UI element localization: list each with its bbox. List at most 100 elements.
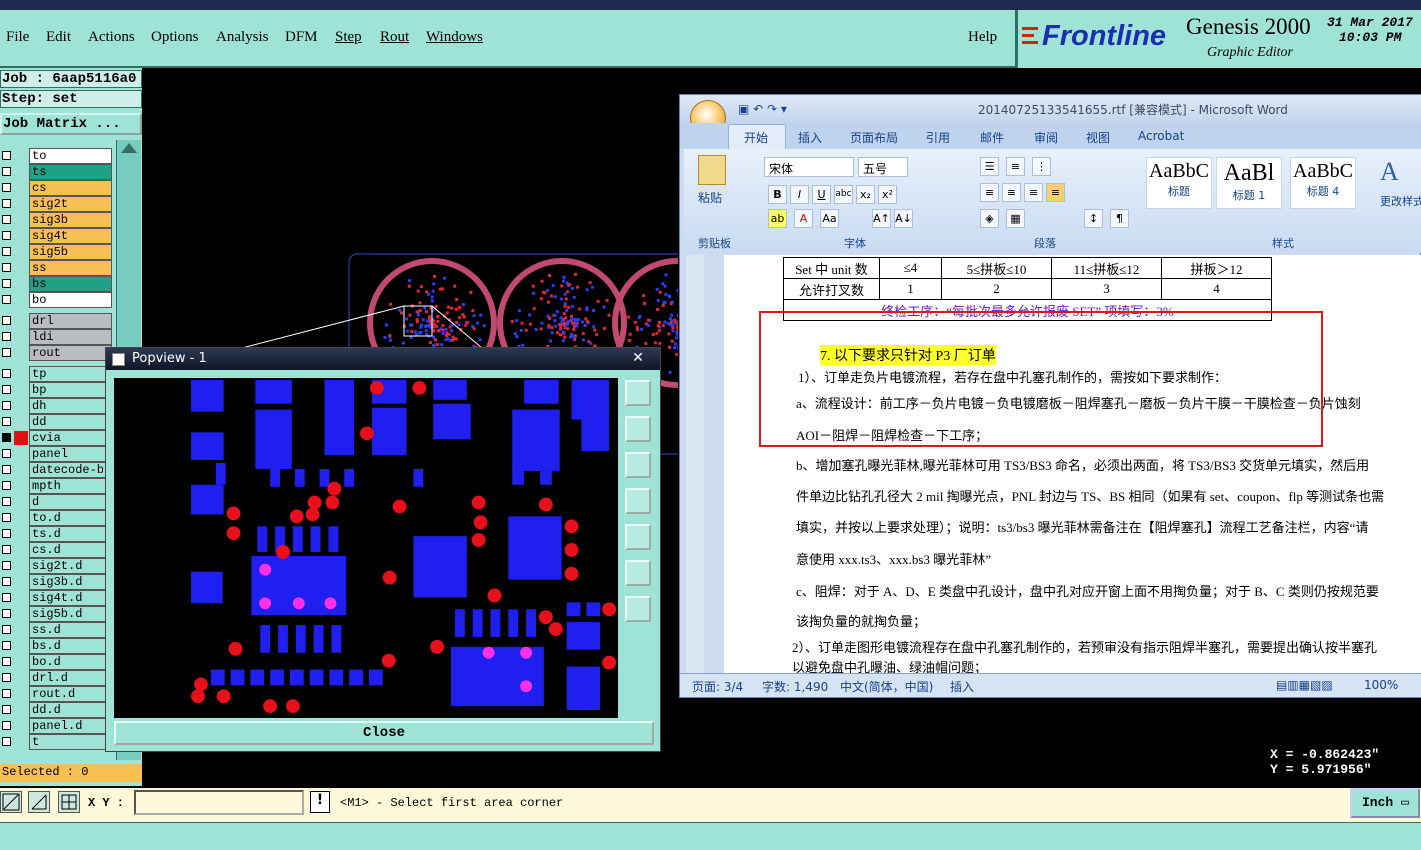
layer-checkbox[interactable]	[2, 513, 11, 522]
layer-name[interactable]: tp	[29, 366, 112, 382]
layer-name[interactable]: sig5b	[29, 244, 112, 260]
layer-name[interactable]: cs	[29, 180, 112, 196]
layer-name[interactable]: panel	[29, 446, 112, 462]
layer-checkbox[interactable]	[2, 332, 11, 341]
layer-color-swatch[interactable]	[14, 655, 28, 669]
layer-name[interactable]: ts.d	[29, 526, 112, 542]
grid-icon[interactable]	[58, 791, 80, 813]
layer-name[interactable]: mpth	[29, 478, 112, 494]
layer-name[interactable]: rout	[29, 345, 112, 361]
layer-checkbox[interactable]	[2, 417, 11, 426]
layer-color-swatch[interactable]	[14, 314, 28, 328]
underline-icon[interactable]: U	[812, 185, 831, 204]
menu-options[interactable]: Options	[151, 29, 199, 46]
change-styles-icon[interactable]: A	[1380, 157, 1399, 187]
layer-name[interactable]: bo	[29, 292, 112, 308]
shrink-font-icon[interactable]: A↓	[894, 209, 913, 228]
layer-color-swatch[interactable]	[14, 383, 28, 397]
layer-checkbox[interactable]	[2, 577, 11, 586]
layer-color-swatch[interactable]	[14, 623, 28, 637]
numbering-icon[interactable]: ≡	[1006, 157, 1025, 176]
popview-close-button[interactable]: Close	[114, 721, 654, 745]
layer-color-swatch[interactable]	[14, 671, 28, 685]
menu-analysis[interactable]: Analysis	[216, 29, 269, 46]
popview-canvas[interactable]	[114, 378, 618, 718]
layer-checkbox[interactable]	[2, 295, 11, 304]
tab-insert[interactable]: 插入	[798, 129, 822, 146]
layer-color-swatch[interactable]	[14, 591, 28, 605]
layer-color-swatch[interactable]	[14, 479, 28, 493]
pan-left-icon[interactable]	[625, 488, 651, 514]
layer-name[interactable]: bs.d	[29, 638, 112, 654]
layer-color-swatch[interactable]	[14, 527, 28, 541]
layer-color-swatch[interactable]	[14, 431, 28, 445]
layer-name[interactable]: ss.d	[29, 622, 112, 638]
layer-color-swatch[interactable]	[14, 367, 28, 381]
change-styles-label[interactable]: 更改样式	[1380, 193, 1421, 209]
pan-up-icon[interactable]	[625, 416, 651, 442]
layer-name[interactable]: rout.d	[29, 686, 112, 702]
status-insert-mode[interactable]: 插入	[950, 678, 974, 695]
layer-name[interactable]: to.d	[29, 510, 112, 526]
layer-color-swatch[interactable]	[14, 639, 28, 653]
menu-dfm[interactable]: DFM	[285, 29, 318, 46]
sort-icon[interactable]: ↕	[1084, 209, 1103, 228]
highlight-icon[interactable]: ab	[768, 209, 787, 228]
layer-checkbox[interactable]	[2, 641, 11, 650]
layer-name[interactable]: sig3b.d	[29, 574, 112, 590]
layer-name[interactable]: bs	[29, 276, 112, 292]
layer-checkbox[interactable]	[2, 247, 11, 256]
tab-view[interactable]: 视图	[1086, 129, 1110, 146]
layer-color-swatch[interactable]	[14, 330, 28, 344]
layer-checkbox[interactable]	[2, 449, 11, 458]
layer-color-swatch[interactable]	[14, 181, 28, 195]
superscript-icon[interactable]: x²	[878, 185, 897, 204]
layer-color-swatch[interactable]	[14, 149, 28, 163]
layer-name[interactable]: t	[29, 734, 112, 750]
layer-checkbox[interactable]	[2, 705, 11, 714]
layer-name[interactable]: ss	[29, 260, 112, 276]
layer-name[interactable]: dh	[29, 398, 112, 414]
tab-acrobat[interactable]: Acrobat	[1138, 129, 1184, 143]
layer-color-swatch[interactable]	[14, 165, 28, 179]
layer-color-swatch[interactable]	[14, 735, 28, 749]
unit-selector[interactable]: Inch ▭	[1350, 788, 1420, 818]
tab-home[interactable]: 开始	[744, 129, 768, 146]
status-page[interactable]: 页面: 3/4	[692, 678, 743, 695]
layer-checkbox[interactable]	[2, 263, 11, 272]
layer-name[interactable]: cs.d	[29, 542, 112, 558]
layer-name[interactable]: bo.d	[29, 654, 112, 670]
layer-checkbox[interactable]	[2, 369, 11, 378]
layer-checkbox[interactable]	[2, 215, 11, 224]
grow-font-icon[interactable]: A↑	[872, 209, 891, 228]
layer-checkbox[interactable]	[2, 625, 11, 634]
align-left-icon[interactable]: ≡	[980, 183, 999, 202]
layer-checkbox[interactable]	[2, 465, 11, 474]
zoom-level[interactable]: 100%	[1364, 678, 1398, 692]
fit-screen-icon[interactable]	[625, 560, 651, 586]
layer-checkbox[interactable]	[2, 657, 11, 666]
shading-icon[interactable]: ◈	[980, 209, 999, 228]
layer-color-swatch[interactable]	[14, 511, 28, 525]
subscript-icon[interactable]: x₂	[856, 185, 875, 204]
paste-button[interactable]: 粘贴	[698, 189, 722, 206]
layer-checkbox[interactable]	[2, 561, 11, 570]
zoom-in-icon[interactable]	[625, 380, 651, 406]
layer-checkbox[interactable]	[2, 433, 11, 442]
layer-name[interactable]: drl	[29, 313, 112, 329]
menu-actions[interactable]: Actions	[88, 29, 135, 46]
layer-checkbox[interactable]	[2, 497, 11, 506]
tab-review[interactable]: 审阅	[1034, 129, 1058, 146]
borders-icon[interactable]: ▦	[1006, 209, 1025, 228]
layer-name[interactable]: sig4t	[29, 228, 112, 244]
layer-name[interactable]: datecode-b	[29, 462, 112, 478]
font-size-select[interactable]: 五号	[858, 157, 908, 177]
menu-help[interactable]: Help	[968, 29, 997, 46]
layer-name[interactable]: sig2t	[29, 196, 112, 212]
zoom-area-icon[interactable]	[0, 791, 22, 813]
layer-name[interactable]: sig2t.d	[29, 558, 112, 574]
layer-name[interactable]: dd.d	[29, 702, 112, 718]
layer-checkbox[interactable]	[2, 609, 11, 618]
layer-name[interactable]: panel.d	[29, 718, 112, 734]
status-words[interactable]: 字数: 1,490	[762, 678, 828, 695]
